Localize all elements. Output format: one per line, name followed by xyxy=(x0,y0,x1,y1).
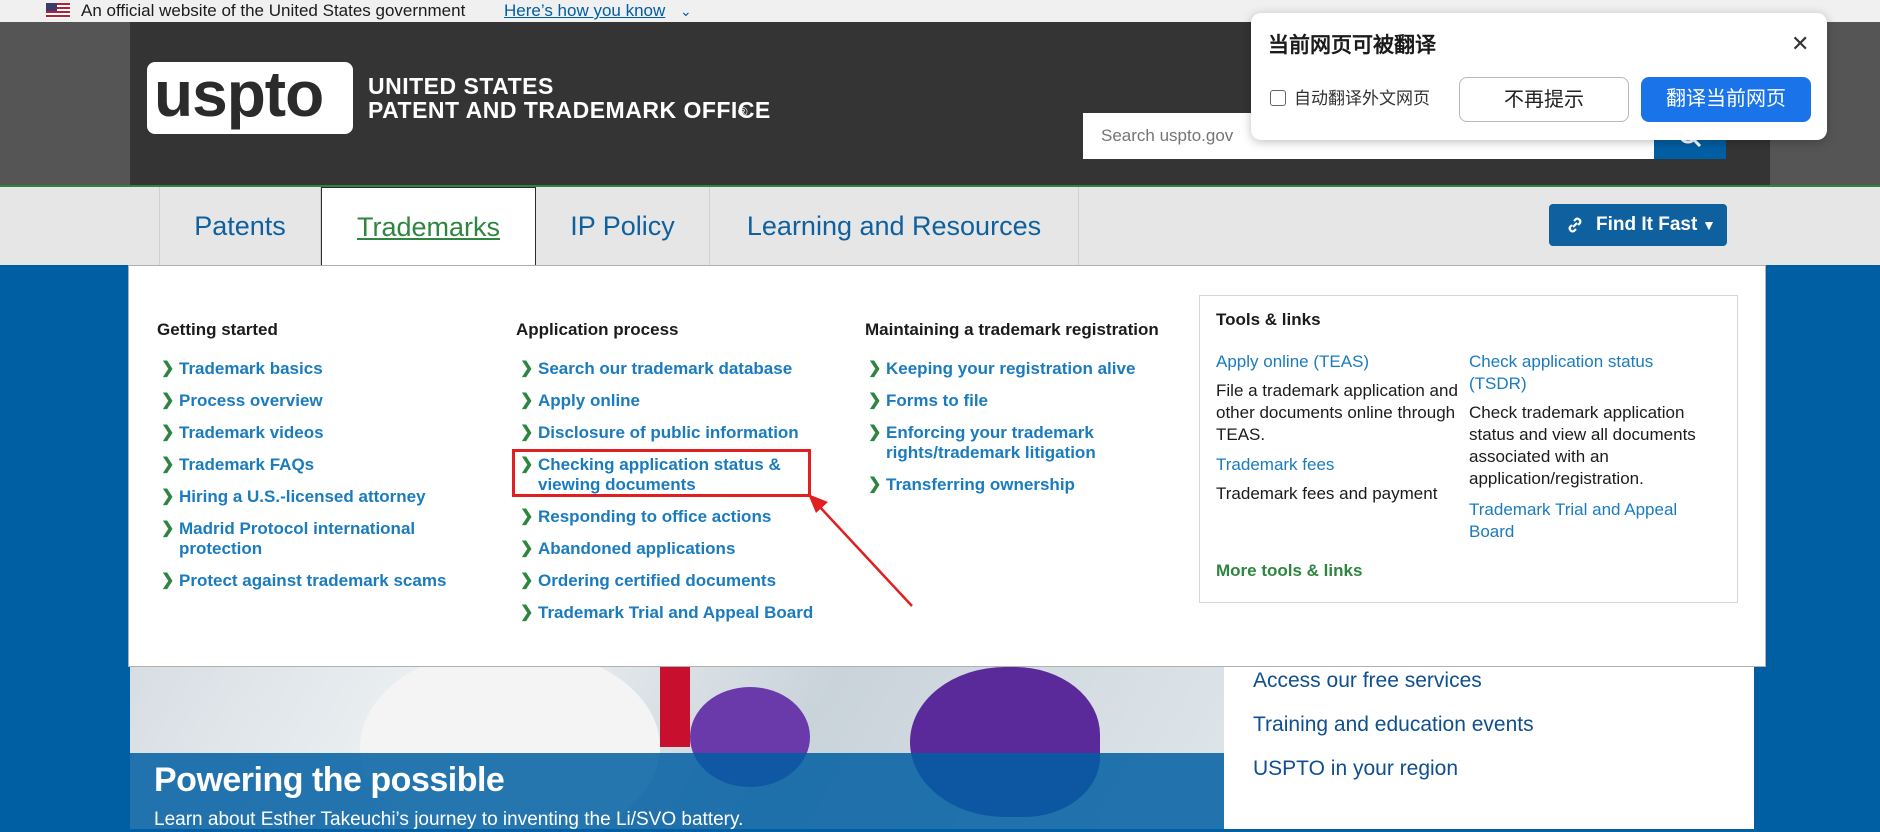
menu-link[interactable]: ❯ Transferring ownership xyxy=(868,475,1188,495)
chevron-right-icon: ❯ xyxy=(161,456,175,473)
menu-link[interactable]: ❯ Madrid Protocol international protectio… xyxy=(161,519,451,559)
chevron-right-icon: ❯ xyxy=(520,604,534,621)
close-icon[interactable]: ✕ xyxy=(1791,32,1809,56)
chevron-right-icon: ❯ xyxy=(520,540,534,557)
no-remind-button[interactable]: 不再提示 xyxy=(1459,77,1629,122)
chevron-right-icon: ❯ xyxy=(520,572,534,589)
apply-online-teas-link[interactable]: Apply online (TEAS) xyxy=(1216,351,1369,373)
check-status-tsdr-desc: Check trademark application status and v… xyxy=(1469,403,1696,488)
menu-link[interactable]: ❯ Forms to file xyxy=(868,391,1188,411)
apply-online-teas-desc: File a trademark application and other d… xyxy=(1216,381,1458,444)
chevron-right-icon: ❯ xyxy=(161,572,175,589)
office-name-line1: UNITED STATES xyxy=(368,73,554,99)
application-process-heading: Application process xyxy=(516,320,679,339)
logo-wordmark: uspto xyxy=(154,58,324,130)
tab-trademarks[interactable]: Trademarks xyxy=(321,187,536,267)
chevron-right-icon: ❯ xyxy=(868,392,882,409)
training-events-link[interactable]: Training and education events xyxy=(1253,712,1534,738)
find-it-fast-button[interactable]: Find It Fast ▼ xyxy=(1549,204,1727,246)
chevron-down-icon[interactable]: ⌄ xyxy=(680,0,692,22)
translate-popup-title: 当前网页可被翻译 xyxy=(1268,34,1436,57)
chevron-right-icon: ❯ xyxy=(161,488,175,505)
chevron-right-icon: ❯ xyxy=(161,424,175,441)
chevron-right-icon: ❯ xyxy=(868,360,882,377)
heres-how-you-know-link[interactable]: Here’s how you know xyxy=(504,0,665,22)
check-status-tsdr-link[interactable]: Check application status (TSDR) xyxy=(1469,351,1709,395)
link-icon xyxy=(1568,217,1582,233)
tab-ip-policy[interactable]: IP Policy xyxy=(536,187,710,265)
auto-translate-label[interactable]: 自动翻译外文网页 xyxy=(1294,88,1430,110)
registered-mark: ® xyxy=(738,104,748,119)
hero-description: Learn about Esther Takeuchi’s journey to… xyxy=(154,809,744,830)
menu-link[interactable]: ❯ Apply online xyxy=(520,391,850,411)
gov-banner-text: An official website of the United States… xyxy=(81,1,466,20)
chevron-right-icon: ❯ xyxy=(868,424,882,441)
menu-link[interactable]: ❯ Trademark videos xyxy=(161,423,481,443)
trademark-fees-link[interactable]: Trademark fees xyxy=(1216,454,1334,476)
hero-title[interactable]: Powering the possible xyxy=(154,760,505,800)
getting-started-heading: Getting started xyxy=(157,320,278,339)
menu-link[interactable]: ❯ Trademark Trial and Appeal Board xyxy=(520,603,850,623)
menu-link[interactable]: ❯ Trademark FAQs xyxy=(161,455,481,475)
trademark-fees-desc: Trademark fees and payment xyxy=(1216,484,1438,503)
tab-patents[interactable]: Patents xyxy=(159,187,321,265)
menu-link[interactable]: ❯ Protect against trademark scams xyxy=(161,571,481,591)
chevron-right-icon: ❯ xyxy=(161,520,175,537)
tools-heading: Tools & links xyxy=(1216,310,1321,329)
auto-translate-checkbox[interactable] xyxy=(1270,90,1286,106)
maintaining-heading: Maintaining a trademark registration xyxy=(865,320,1159,339)
menu-link[interactable]: ❯ Process overview xyxy=(161,391,481,411)
caret-down-icon: ▼ xyxy=(1702,217,1716,233)
more-tools-link[interactable]: More tools & links xyxy=(1216,561,1362,581)
annotation-highlight-box xyxy=(512,449,811,497)
menu-link[interactable]: ❯ Trademark basics xyxy=(161,359,481,379)
tab-learning-and-resources[interactable]: Learning and Resources xyxy=(710,187,1079,265)
menu-link[interactable]: ❯ Search our trademark database xyxy=(520,359,850,379)
menu-link[interactable]: ❯ Hiring a U.S.-licensed attorney xyxy=(161,487,481,507)
chevron-right-icon: ❯ xyxy=(520,424,534,441)
menu-link[interactable]: ❯ Enforcing your trademark rights/tradema… xyxy=(868,423,1118,463)
chevron-right-icon: ❯ xyxy=(520,508,534,525)
chevron-right-icon: ❯ xyxy=(520,392,534,409)
menu-link[interactable]: ❯ Keeping your registration alive xyxy=(868,359,1188,379)
chevron-right-icon: ❯ xyxy=(868,476,882,493)
chevron-right-icon: ❯ xyxy=(520,360,534,377)
translate-page-button[interactable]: 翻译当前网页 xyxy=(1641,77,1811,122)
uspto-in-your-region-link[interactable]: USPTO in your region xyxy=(1253,756,1458,782)
access-free-services-link[interactable]: Access our free services xyxy=(1253,668,1482,694)
ttab-link[interactable]: Trademark Trial and Appeal Board xyxy=(1469,499,1709,543)
menu-link[interactable]: ❯ Disclosure of public information xyxy=(520,423,850,443)
menu-link[interactable]: ❯ Responding to office actions xyxy=(520,507,850,527)
menu-link[interactable]: ❯ Abandoned applications xyxy=(520,539,850,559)
chevron-right-icon: ❯ xyxy=(161,360,175,377)
menu-link[interactable]: ❯ Ordering certified documents xyxy=(520,571,850,591)
chevron-right-icon: ❯ xyxy=(161,392,175,409)
us-flag-icon xyxy=(46,3,70,18)
office-name-line2: PATENT AND TRADEMARK OFFICE xyxy=(368,97,771,123)
find-it-fast-label: Find It Fast xyxy=(1596,214,1698,235)
